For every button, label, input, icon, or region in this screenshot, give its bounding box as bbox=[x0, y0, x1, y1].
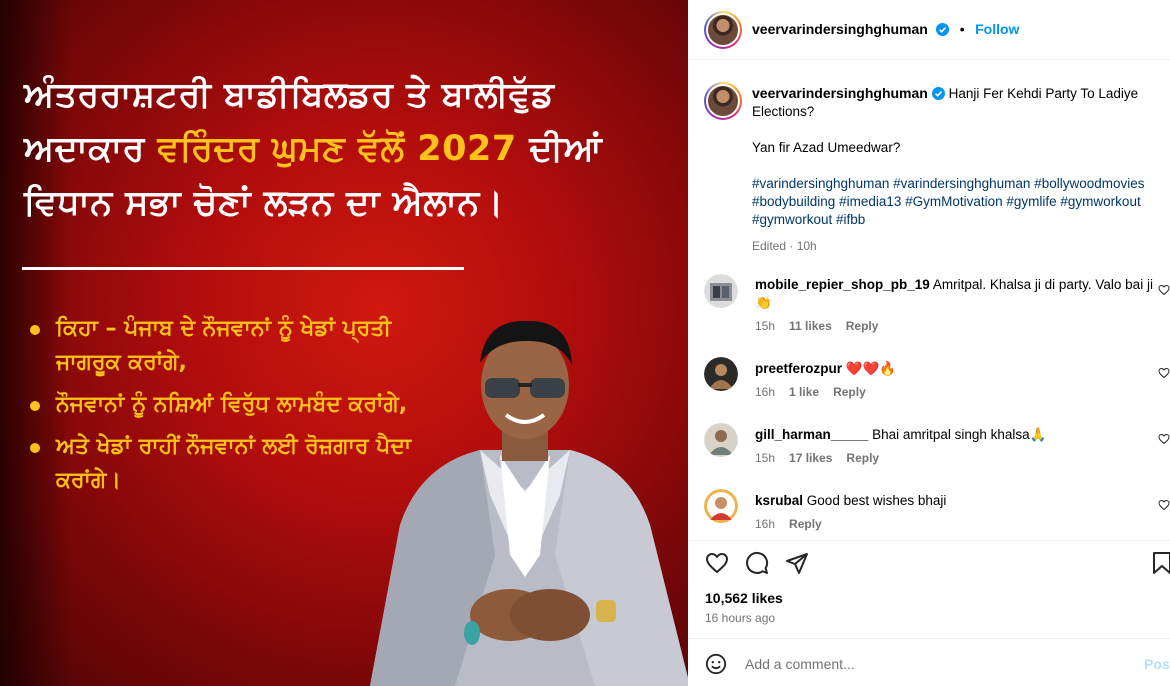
caption-hashtags[interactable]: #varindersinghghuman #varindersinghghuma… bbox=[752, 175, 1170, 229]
post-comment-button[interactable]: Post bbox=[1144, 656, 1170, 672]
reply-button[interactable]: Reply bbox=[846, 451, 879, 465]
comment-username[interactable]: preetferozpur bbox=[755, 361, 842, 376]
comment-item: mobile_repier_shop_pb_19 Amritpal. Khals… bbox=[704, 274, 1170, 334]
follow-button[interactable]: Follow bbox=[975, 21, 1019, 37]
author-username[interactable]: veervarindersinghghuman bbox=[752, 21, 928, 37]
comment-item: ksrubal Good best wishes bhaji 16h Reply bbox=[704, 489, 1170, 531]
bookmark-icon[interactable] bbox=[1152, 551, 1170, 575]
comment-input[interactable]: Add a comment... bbox=[745, 656, 855, 672]
comment-time: 15h bbox=[755, 451, 776, 465]
caption-username[interactable]: veervarindersinghghuman bbox=[752, 85, 928, 101]
reply-button[interactable]: Reply bbox=[846, 319, 879, 333]
comment-username[interactable]: mobile_repier_shop_pb_19 bbox=[755, 277, 930, 292]
comment-likes[interactable]: 11 likes bbox=[789, 319, 832, 333]
comment-username[interactable]: gill_harman_____ bbox=[755, 427, 868, 442]
comment-likes[interactable]: 1 like bbox=[789, 385, 819, 399]
comment-like-icon[interactable] bbox=[1158, 367, 1170, 379]
image-headline: ਅੰਤਰਰਾਸ਼ਟਰੀ ਬਾਡੀਬਿਲਡਰ ਤੇ ਬਾਲੀਵੁੱਡ ਅਦਾਕਾਰ… bbox=[24, 68, 664, 230]
verified-badge-icon bbox=[936, 23, 950, 36]
comment-username[interactable]: ksrubal bbox=[755, 493, 803, 508]
verified-badge-icon bbox=[931, 87, 945, 100]
comment-text: Bhai amritpal singh khalsa🙏 bbox=[872, 427, 1047, 442]
comment-text: Good best wishes bhaji bbox=[806, 493, 947, 508]
post-timestamp: 16 hours ago bbox=[705, 611, 776, 625]
post-caption: veervarindersinghghuman Hanji Fer Kehdi … bbox=[752, 84, 1170, 255]
emoji-icon[interactable] bbox=[705, 653, 727, 675]
reply-button[interactable]: Reply bbox=[833, 385, 866, 399]
separator-dot: • bbox=[959, 21, 965, 37]
headline-highlight: ਵਰਿੰਦਰ ਘੁਮਣ ਵੱਲੋਂ 2027 bbox=[157, 129, 517, 169]
reply-button[interactable]: Reply bbox=[789, 517, 822, 531]
commenter-avatar[interactable] bbox=[704, 489, 738, 523]
caption-line: Yan fir Azad Umeedwar? bbox=[752, 140, 901, 155]
comment-time: 16h bbox=[755, 517, 776, 531]
action-bar bbox=[688, 540, 1170, 580]
comment-like-icon[interactable] bbox=[1158, 499, 1170, 511]
post-header: veervarindersinghghuman • Follow bbox=[688, 0, 1170, 60]
post-sidebar: veervarindersinghghuman • Follow veervar… bbox=[688, 0, 1170, 686]
image-divider bbox=[22, 267, 464, 270]
comment-time: 15h bbox=[755, 319, 776, 333]
heart-icon[interactable] bbox=[705, 551, 729, 575]
caption-meta: Edited · 10h bbox=[752, 239, 817, 253]
comment-item: gill_harman_____ Bhai amritpal singh kha… bbox=[704, 423, 1170, 465]
likes-count[interactable]: 10,562 likes bbox=[705, 590, 783, 606]
commenter-avatar[interactable] bbox=[704, 423, 738, 457]
comment-time: 16h bbox=[755, 385, 776, 399]
commenter-avatar[interactable] bbox=[704, 274, 738, 308]
comment-text: ❤️❤️🔥 bbox=[845, 361, 897, 376]
caption-avatar[interactable] bbox=[704, 82, 742, 120]
comment-item: preetferozpur ❤️❤️🔥 16h 1 like Reply bbox=[704, 357, 1170, 399]
share-icon[interactable] bbox=[785, 551, 809, 575]
comment-like-icon[interactable] bbox=[1158, 433, 1170, 445]
post-image[interactable]: ਅੰਤਰਰਾਸ਼ਟਰੀ ਬਾਡੀਬਿਲਡਰ ਤੇ ਬਾਲੀਵੁੱਡ ਅਦਾਕਾਰ… bbox=[0, 0, 688, 686]
comment-likes[interactable]: 17 likes bbox=[789, 451, 832, 465]
author-avatar[interactable] bbox=[704, 11, 742, 49]
person-photo bbox=[370, 320, 688, 686]
comment-like-icon[interactable] bbox=[1158, 284, 1170, 296]
comment-icon[interactable] bbox=[745, 551, 769, 575]
commenter-avatar[interactable] bbox=[704, 357, 738, 391]
add-comment-bar: Add a comment... Post bbox=[688, 638, 1170, 686]
